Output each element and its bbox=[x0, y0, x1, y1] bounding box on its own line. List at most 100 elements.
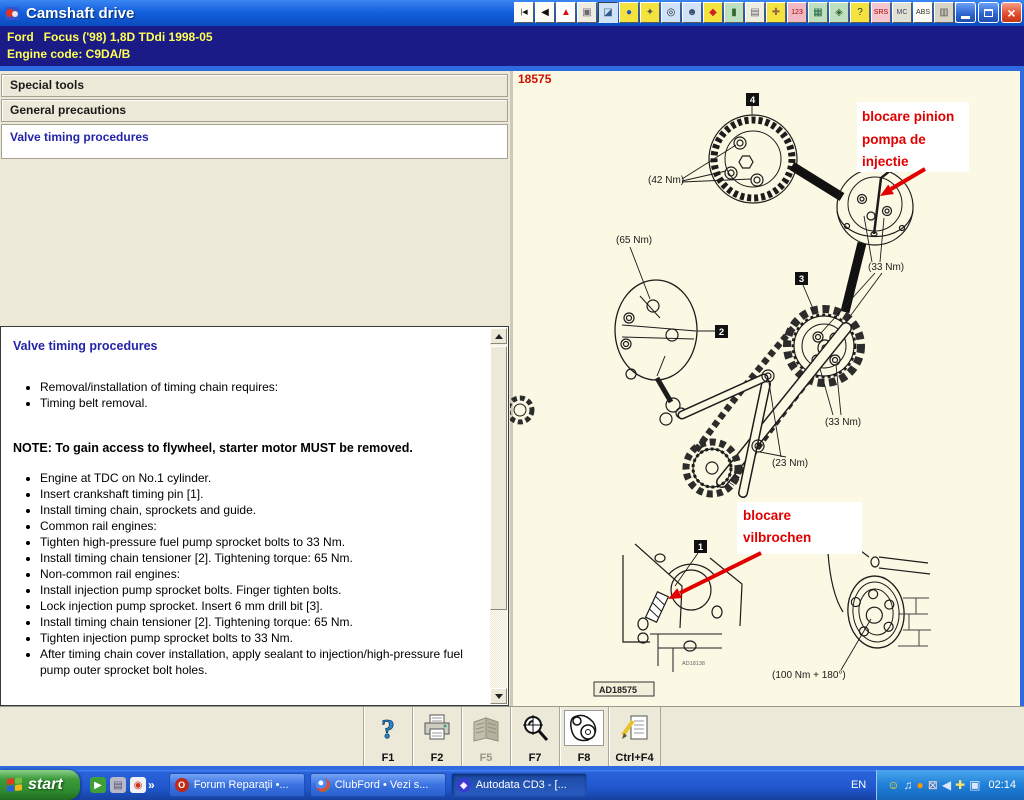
task-button-forum[interactable]: O Forum Reparaţii •... bbox=[169, 773, 305, 797]
sidebar-item-special-tools[interactable]: Special tools bbox=[1, 74, 508, 97]
engine-icon[interactable]: ▥ bbox=[934, 2, 954, 23]
task-buttons: O Forum Reparaţii •... ClubFord • Vezi s… bbox=[169, 773, 587, 797]
restore-button[interactable] bbox=[978, 2, 999, 23]
bullet-item: Install timing chain tensioner [2]. Tigh… bbox=[40, 614, 481, 630]
engine-code: Engine code: C9DA/B bbox=[7, 46, 1024, 63]
function-key-toolbar: ? F1 F2 F5 F7 bbox=[0, 706, 1024, 766]
window-title: Camshaft drive bbox=[26, 5, 134, 22]
timing-diagram: 18575 bbox=[510, 66, 1024, 706]
scroll-thumb[interactable] bbox=[490, 346, 507, 610]
torque-23nm: (23 Nm) bbox=[772, 458, 808, 469]
svg-text:?: ? bbox=[381, 714, 395, 743]
annotation-crank-line1: blocare bbox=[743, 508, 792, 523]
volume-icon[interactable]: ◀ bbox=[942, 779, 951, 791]
scroll-up-button[interactable] bbox=[490, 328, 507, 344]
taskbar: start ▶▤◉ » O Forum Reparaţii •... ClubF… bbox=[0, 770, 1024, 800]
help-car-icon[interactable]: ? bbox=[850, 2, 870, 23]
chrome-icon bbox=[316, 778, 330, 792]
title-toolbar: |◀◀▲▣◪●✦◎☻◆▮▤✚123▦◈?SRSMCABS▥▯ bbox=[514, 2, 975, 23]
title-bar: Camshaft drive |◀◀▲▣◪●✦◎☻◆▮▤✚123▦◈?SRSMC… bbox=[0, 0, 1024, 26]
taskbar-clock[interactable]: 02:14 bbox=[988, 779, 1016, 791]
manual-icon bbox=[466, 710, 506, 746]
print-preview-icon[interactable]: ▤ bbox=[745, 2, 765, 23]
article-content: Valve timing procedures Removal/installa… bbox=[1, 327, 489, 678]
srs-icon[interactable]: SRS bbox=[871, 2, 891, 23]
autodata-icon: ◈ bbox=[457, 778, 471, 792]
print-icon bbox=[417, 710, 457, 746]
fkey-belt-diagram-button[interactable]: F8 bbox=[559, 707, 608, 766]
mouse-icon[interactable]: ✦ bbox=[640, 2, 660, 23]
abs-icon[interactable]: ABS bbox=[913, 2, 933, 23]
article-heading: Valve timing procedures bbox=[13, 339, 481, 353]
pointer-device-icon[interactable]: ✚ bbox=[955, 779, 965, 791]
scroll-down-button[interactable] bbox=[490, 688, 507, 704]
start-button[interactable]: start bbox=[0, 770, 80, 800]
media-tray-icon[interactable]: ♫ bbox=[904, 779, 913, 791]
car-icon[interactable]: ◆ bbox=[703, 2, 723, 23]
intro-bullet-list: Removal/installation of timing chain req… bbox=[40, 379, 481, 411]
pane-splitter[interactable] bbox=[510, 71, 513, 706]
pda-icon[interactable]: ▣ bbox=[969, 779, 980, 791]
bullet-item: Removal/installation of timing chain req… bbox=[40, 379, 481, 395]
torque-42nm: (42 Nm) bbox=[648, 175, 684, 186]
nav-first-icon[interactable]: |◀ bbox=[514, 2, 534, 23]
torque-65nm: (65 Nm) bbox=[616, 235, 652, 246]
window-icon[interactable]: ▣ bbox=[577, 2, 597, 23]
callout-3: 3 bbox=[799, 274, 804, 285]
bullet-item: Install timing chain, sprockets and guid… bbox=[40, 502, 481, 518]
bullet-item: Install timing chain tensioner [2]. Tigh… bbox=[40, 550, 481, 566]
bullet-item: Common rail engines: bbox=[40, 518, 481, 534]
application-window: Camshaft drive |◀◀▲▣◪●✦◎☻◆▮▤✚123▦◈?SRSMC… bbox=[0, 0, 1024, 800]
language-indicator[interactable]: EN bbox=[851, 779, 866, 791]
article-panel: Valve timing procedures Removal/installa… bbox=[0, 326, 509, 706]
windows-flag-icon bbox=[7, 777, 23, 793]
equipment-icon[interactable]: ▦ bbox=[808, 2, 828, 23]
spray-icon[interactable]: ✚ bbox=[766, 2, 786, 23]
nav-back-icon[interactable]: ◀ bbox=[535, 2, 555, 23]
annotation-pump-line2: pompa de bbox=[862, 132, 926, 147]
fkey-help-button[interactable]: ? F1 bbox=[363, 707, 412, 766]
bullet-item: Tighten injection pump sprocket bolts to… bbox=[40, 630, 481, 646]
door-icon[interactable]: ▮ bbox=[724, 2, 744, 23]
article-scrollbar[interactable] bbox=[490, 328, 507, 704]
fkey-zoom-button[interactable]: F7 bbox=[510, 707, 559, 766]
mc-icon[interactable]: MC bbox=[892, 2, 912, 23]
vehicle-info-bar: Ford Focus ('98) 1,8D TDdi 1998-05 Engin… bbox=[0, 26, 1024, 66]
app-icon bbox=[4, 5, 21, 22]
network-offline-icon[interactable]: ⊠ bbox=[928, 779, 938, 791]
chrome-icon[interactable]: ◉ bbox=[130, 777, 146, 793]
window-controls: × bbox=[955, 2, 1022, 23]
quick-launch-overflow-chevron[interactable]: » bbox=[148, 778, 155, 792]
article-note: NOTE: To gain access to flywheel, starte… bbox=[13, 441, 481, 455]
steps-123-icon[interactable]: 123 bbox=[787, 2, 807, 23]
procedure-bullet-list: Engine at TDC on No.1 cylinder.Insert cr… bbox=[40, 470, 481, 678]
sidebar: Special tools General precautions Valve … bbox=[0, 71, 510, 706]
sidebar-item-general-precautions[interactable]: General precautions bbox=[1, 99, 508, 122]
wheel-icon[interactable]: ◎ bbox=[661, 2, 681, 23]
globe-icon[interactable]: ● bbox=[619, 2, 639, 23]
fkey-print-button[interactable]: F2 bbox=[412, 707, 461, 766]
sidebar-item-valve-timing[interactable]: Valve timing procedures bbox=[1, 124, 508, 159]
fkey-manual-button[interactable]: F5 bbox=[461, 707, 510, 766]
bullet-item: Insert crankshaft timing pin [1]. bbox=[40, 486, 481, 502]
minimize-button[interactable] bbox=[955, 2, 976, 23]
grease-icon[interactable]: ◈ bbox=[829, 2, 849, 23]
figure-number: 18575 bbox=[518, 72, 552, 86]
close-button[interactable]: × bbox=[1001, 2, 1022, 23]
media-player-icon[interactable]: ▶ bbox=[90, 777, 106, 793]
figure-stamp-small: AD18138 bbox=[682, 661, 705, 667]
task-button-autodata[interactable]: ◈ Autodata CD3 - [... bbox=[451, 773, 587, 797]
folder-icon[interactable]: ▤ bbox=[110, 777, 126, 793]
task-button-clubford[interactable]: ClubFord • Vezi s... bbox=[310, 773, 446, 797]
vehicle-title: Ford Focus ('98) 1,8D TDdi 1998-05 bbox=[7, 29, 1024, 46]
belt-diagram-icon bbox=[564, 710, 604, 746]
fkey-notes-button[interactable]: Ctrl+F4 bbox=[608, 707, 661, 766]
torque-100nm: (100 Nm + 180°) bbox=[772, 670, 846, 681]
start-label: start bbox=[28, 776, 63, 794]
warning-icon[interactable]: ▲ bbox=[556, 2, 576, 23]
qip-icon[interactable]: ● bbox=[917, 779, 924, 791]
picture-icon[interactable]: ◪ bbox=[598, 2, 618, 23]
notes-icon bbox=[615, 710, 655, 746]
messenger-smiley-icon[interactable]: ☺ bbox=[887, 779, 899, 791]
people-icon[interactable]: ☻ bbox=[682, 2, 702, 23]
